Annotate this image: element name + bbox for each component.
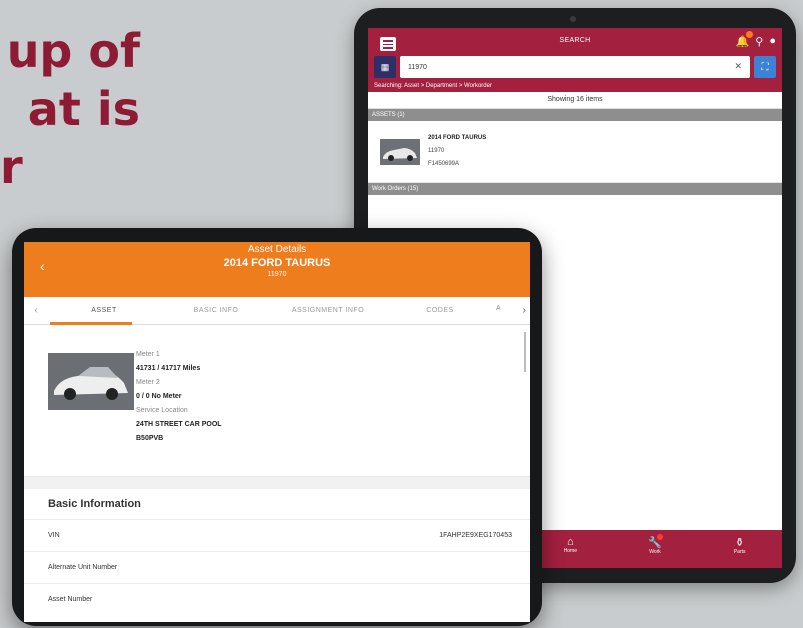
search-app-bar: SEARCH 🔔 ⚲ ● ▦ 11970 ✕ ⛶ (368, 28, 782, 80)
wrench-icon: 🔧 (648, 537, 662, 549)
basic-info-title: Basic Information (48, 498, 141, 510)
tab-prev-icon[interactable]: ‹ (24, 305, 48, 316)
notification-badge (746, 31, 754, 38)
user-icon[interactable]: ● (769, 35, 776, 48)
info-label: Asset Number (48, 596, 93, 603)
headline-line-1: up of (6, 24, 140, 78)
info-label: Alternate Unit Number (48, 564, 118, 571)
assets-section-header: ASSETS (1) (368, 109, 782, 121)
meter2-label: Meter 2 (136, 379, 160, 386)
tablet-front: ‹ Asset Details 2014 FORD TAURUS 11970 ‹… (12, 228, 542, 626)
info-label: VIN (48, 532, 60, 539)
asset-details-screen: ‹ Asset Details 2014 FORD TAURUS 11970 ‹… (24, 242, 530, 622)
parts-icon: ⚱ (735, 537, 745, 549)
clear-icon[interactable]: ✕ (734, 61, 742, 72)
tab-basic-info[interactable]: BASIC INFO (160, 307, 272, 314)
nav-home-label: Home (563, 548, 577, 554)
tab-more[interactable]: A (496, 305, 501, 316)
details-asset-name: 2014 FORD TAURUS (223, 257, 331, 269)
service-location-value: 24TH STREET CAR POOL (136, 421, 222, 428)
asset-result-row[interactable]: 2014 FORD TAURUS 11970 F1450699A (368, 121, 782, 183)
section-divider (24, 477, 530, 489)
asset-details-header: ‹ Asset Details 2014 FORD TAURUS 11970 (24, 242, 530, 297)
tab-assignment-info[interactable]: ASSIGNMENT INFO (272, 307, 384, 314)
info-row-alt-unit: Alternate Unit Number (24, 551, 530, 583)
car-thumbnail (380, 139, 420, 165)
grid-icon[interactable]: ▦ (374, 56, 396, 78)
scrollbar[interactable] (524, 332, 526, 372)
search-row: ▦ 11970 ✕ ⛶ (374, 56, 776, 78)
meter1-label: Meter 1 (136, 351, 160, 358)
service-location-label: Service Location (136, 407, 188, 414)
search-value: 11970 (408, 63, 427, 71)
bell-icon[interactable]: 🔔 (736, 31, 754, 48)
workorders-section-header: Work Orders (15) (368, 183, 782, 195)
asset-number: 11970 (428, 148, 445, 154)
info-row-vin: VIN 1FAHP2E9XEG170453 (24, 519, 530, 551)
marketing-headline: up of at is r (0, 22, 140, 196)
nav-work-label: Work (649, 549, 661, 555)
tab-codes[interactable]: CODES (384, 307, 496, 314)
search-input[interactable]: 11970 ✕ (400, 56, 750, 78)
breadcrumb: Searching: Asset > Department > Workorde… (368, 80, 782, 92)
search-title: SEARCH (559, 37, 591, 44)
work-badge (656, 534, 663, 540)
meter2-value: 0 / 0 No Meter (136, 393, 182, 400)
service-location-code: B50PVB (136, 435, 164, 442)
info-value: 1FAHP2E9XEG170453 (439, 532, 512, 539)
headline-line-3: r (0, 140, 23, 194)
scan-icon[interactable]: ⛶ (754, 56, 776, 78)
asset-plate: F1450699A (428, 161, 460, 167)
home-icon: ⌂ (567, 536, 574, 548)
info-row-asset-number: Asset Number (24, 583, 530, 615)
back-icon[interactable]: ‹ (40, 258, 45, 274)
details-title: Asset Details (247, 244, 307, 255)
header-icons: 🔔 ⚲ ● (736, 31, 776, 48)
result-count: Showing 16 items (368, 92, 782, 109)
headline-line-2: at is (27, 82, 140, 136)
meter1-value: 41731 / 41717 Miles (136, 365, 201, 372)
tab-asset[interactable]: ASSET (48, 307, 160, 314)
tab-bar: ‹ ASSET BASIC INFO ASSIGNMENT INFO CODES… (24, 297, 530, 325)
nav-parts[interactable]: ⚱ Parts (720, 530, 760, 568)
nav-work[interactable]: 🔧 Work (635, 530, 675, 568)
location-icon[interactable]: ⚲ (755, 35, 763, 48)
asset-summary: Meter 1 41731 / 41717 Miles Meter 2 0 / … (24, 325, 530, 477)
nav-parts-label: Parts (733, 549, 746, 555)
asset-name: 2014 FORD TAURUS (428, 135, 487, 141)
details-asset-number: 11970 (267, 271, 287, 278)
tab-next-icon[interactable]: › (523, 305, 526, 316)
car-photo (48, 353, 134, 410)
nav-home[interactable]: ⌂ Home (550, 530, 590, 568)
camera-dot (570, 16, 576, 22)
